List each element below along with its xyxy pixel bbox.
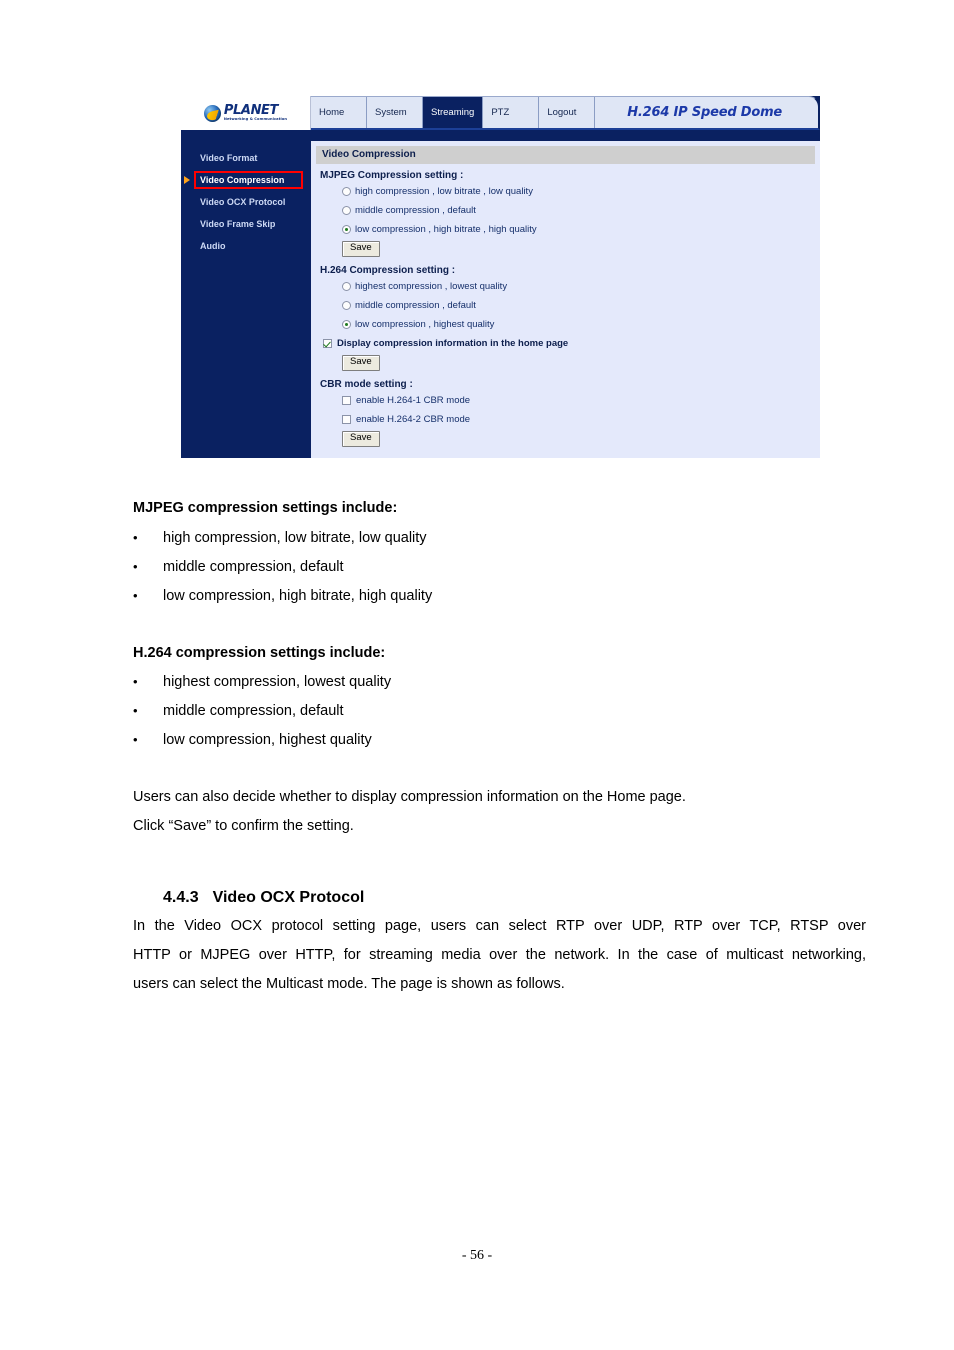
logo-wordmark: PLANET [223,103,279,119]
bullet-icon: • [133,588,138,603]
planet-logo: PLANET Networking & Communication [181,96,311,130]
list-item: • middle compression, default [133,703,344,719]
mjpeg-option-low[interactable]: low compression , high bitrate , high qu… [342,220,815,239]
sidebar-item-video-ocx-protocol[interactable]: Video OCX Protocol [181,191,311,213]
section-body-line-3: users can select the Multicast mode. The… [133,976,565,992]
cbr-save-button[interactable]: Save [342,431,380,447]
mjpeg-list-heading: MJPEG compression settings include: [133,500,398,516]
ui-banner: PLANET Networking & Communication Home S… [181,96,820,130]
h264-option-low[interactable]: low compression , highest quality [342,315,815,334]
display-compression-info-row[interactable]: Display compression information in the h… [323,334,815,353]
radio-icon[interactable] [342,282,351,291]
list-item-label: highest compression, lowest quality [163,674,392,690]
sidebar-item-video-frame-skip[interactable]: Video Frame Skip [181,213,311,235]
h264-list-heading: H.264 compression settings include: [133,645,386,661]
device-web-ui-screenshot: PLANET Networking & Communication Home S… [181,96,820,458]
checkbox-label: Display compression information in the h… [337,338,569,349]
radio-icon[interactable] [342,301,351,310]
option-label: high compression , low bitrate , low qua… [355,186,533,197]
option-label: low compression , high bitrate , high qu… [355,224,537,235]
nav-tab-home[interactable]: Home [311,97,367,128]
checkbox-label: enable H.264-1 CBR mode [356,395,471,406]
mjpeg-save-button[interactable]: Save [342,241,380,257]
cbr-save-row: Save [342,429,815,449]
product-title: H.264 IP Speed Dome [627,105,783,120]
h264-option-middle[interactable]: middle compression , default [342,296,815,315]
sidebar-item-label: Video Frame Skip [200,219,276,229]
bullet-icon: • [133,732,138,747]
list-item-label: low compression, highest quality [163,732,372,748]
sidebar-menu: Video Format Video Compression Video OCX… [181,141,311,458]
h264-save-button[interactable]: Save [342,355,380,371]
sidebar-item-label: Audio [200,241,226,251]
radio-icon-selected[interactable] [342,225,351,234]
cbr-section-heading: CBR mode setting : [320,379,413,390]
note-line-2: Click “Save” to confirm the setting. [133,818,354,834]
list-item-label: middle compression, default [163,703,344,719]
checkbox-icon[interactable] [342,396,351,405]
panel-title: Video Compression [316,146,815,164]
sidebar-item-label: Video Format [200,153,258,163]
section-heading: 4.4.3 Video OCX Protocol [163,889,364,907]
bullet-icon: • [133,674,138,689]
h264-section-heading: H.264 Compression setting : [320,265,456,276]
section-body-line-1: In the Video OCX protocol setting page, … [133,918,866,934]
option-label: middle compression , default [355,300,476,311]
banner-divider [181,130,820,141]
bullet-icon: • [133,703,138,718]
cbr-option-h264-2[interactable]: enable H.264-2 CBR mode [342,410,815,429]
mjpeg-section-heading: MJPEG Compression setting : [320,170,464,181]
list-item-label: low compression, high bitrate, high qual… [163,588,433,604]
mjpeg-option-high[interactable]: high compression , low bitrate , low qua… [342,182,815,201]
checkbox-icon[interactable] [342,415,351,424]
option-label: highest compression , lowest quality [355,281,508,292]
list-item: • high compression, low bitrate, low qua… [133,530,427,546]
radio-icon[interactable] [342,187,351,196]
nav-tab-ptz[interactable]: PTZ [483,97,540,128]
mjpeg-save-row: Save [342,239,815,259]
list-item: • low compression, highest quality [133,732,372,748]
list-item-label: middle compression, default [163,559,344,575]
arrow-right-icon [184,176,190,184]
nav-tab-system[interactable]: System [367,97,423,128]
sidebar-item-video-compression[interactable]: Video Compression [181,169,311,191]
option-label: middle compression , default [355,205,476,216]
cbr-option-h264-1[interactable]: enable H.264-1 CBR mode [342,391,815,410]
nav-tab-streaming[interactable]: Streaming [423,97,484,128]
bullet-icon: • [133,530,138,545]
radio-icon[interactable] [342,206,351,215]
nav-tab-logout[interactable]: Logout [539,97,596,128]
list-item: • highest compression, lowest quality [133,674,391,690]
h264-option-highest[interactable]: highest compression , lowest quality [342,277,815,296]
settings-content: Video Compression MJPEG Compression sett… [311,141,820,458]
checkbox-label: enable H.264-2 CBR mode [356,414,471,425]
bullet-icon: • [133,559,138,574]
mjpeg-option-middle[interactable]: middle compression , default [342,201,815,220]
radio-icon-selected[interactable] [342,320,351,329]
page-number: - 56 - [461,1248,493,1263]
sidebar-item-label: Video Compression [200,175,285,185]
sidebar-item-audio[interactable]: Audio [181,235,311,257]
h264-save-row: Save [342,353,815,373]
section-number: 4.4.3 [163,889,199,906]
list-item: • low compression, high bitrate, high qu… [133,588,432,604]
checkbox-icon-checked[interactable] [323,339,332,348]
section-title: Video OCX Protocol [212,889,365,906]
main-navigation: Home System Streaming PTZ Logout H.264 I… [311,96,820,130]
globe-icon [203,104,221,122]
ui-body: Video Format Video Compression Video OCX… [181,141,820,458]
sidebar-item-label: Video OCX Protocol [200,197,286,207]
list-item-label: high compression, low bitrate, low quali… [163,530,427,546]
note-line-1: Users can also decide whether to display… [133,789,686,805]
section-body-line-2: HTTP or MJPEG over HTTP, for streaming m… [133,947,866,963]
logo-tagline: Networking & Communication [223,117,288,122]
list-item: • middle compression, default [133,559,344,575]
sidebar-item-video-format[interactable]: Video Format [181,147,311,169]
option-label: low compression , highest quality [355,319,495,330]
